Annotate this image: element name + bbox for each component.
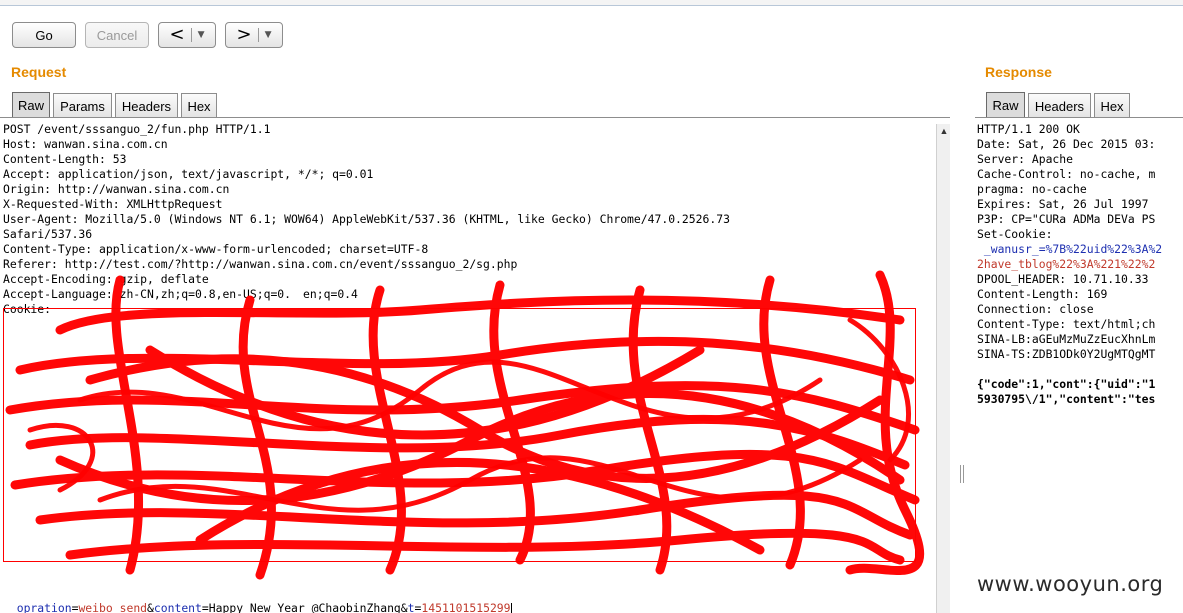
response-line: SINA-TS:ZDB1ODk0Y2UgMTQgMT (977, 347, 1156, 361)
response-line: Expires: Sat, 26 Jul 1997 (977, 197, 1149, 211)
request-line: User-Agent: Mozilla/5.0 (Windows NT 6.1;… (3, 212, 730, 226)
tab-label: Headers (121, 98, 172, 114)
request-body[interactable]: opration=weibo_send&content=Happy New Ye… (3, 587, 512, 613)
response-line: _wanusr_=%7B%22uid%22%3A%2 (977, 242, 1163, 256)
response-line: Server: Apache (977, 152, 1074, 166)
response-line: SINA-LB:aGEuMzMuZzEucXhnLm (977, 332, 1156, 346)
param-value: weibo_send (78, 601, 148, 613)
response-line: Connection: close (977, 302, 1094, 316)
go-button[interactable]: Go (12, 22, 76, 48)
tab-label: Hex (187, 98, 211, 114)
response-line: 2have_tblog%22%3A%221%22%2 (977, 257, 1156, 271)
window-top-edge (0, 0, 1183, 6)
response-line: Date: Sat, 26 Dec 2015 03: (977, 137, 1156, 151)
response-line: pragma: no-cache (977, 182, 1087, 196)
divider (190, 28, 192, 42)
pane-splitter[interactable] (960, 465, 964, 483)
response-line: Content-Type: text/html;ch (977, 317, 1156, 331)
forward-arrow-icon: > (236, 24, 252, 45)
go-button-label: Go (35, 27, 53, 43)
tab-hex[interactable]: Hex (181, 93, 217, 118)
request-line: POST /event/sssanguo_2/fun.php HTTP/1.1 (3, 122, 271, 136)
request-line: Accept: application/json, text/javascrip… (3, 167, 374, 181)
response-line: Content-Length: 169 (977, 287, 1108, 301)
tab-raw[interactable]: Raw (12, 92, 50, 118)
response-line: P3P: CP="CURa ADMa DEVa PS (977, 212, 1156, 226)
back-arrow-icon: < (169, 24, 185, 45)
redaction-scribble (5, 270, 924, 580)
response-title: Response (985, 64, 1052, 80)
tab-label: Params (60, 98, 105, 114)
tab-response-hex[interactable]: Hex (1094, 93, 1130, 118)
tab-label: Raw (17, 98, 44, 113)
tab-params[interactable]: Params (53, 93, 112, 118)
scroll-up-icon[interactable]: ▲ (937, 124, 951, 138)
response-json-line: 5930795\/1","content":"tes (977, 392, 1156, 406)
divider (257, 28, 259, 42)
tab-strip-line (975, 117, 1183, 118)
tab-headers[interactable]: Headers (115, 93, 178, 118)
watermark: www.wooyun.org (977, 572, 1164, 596)
cancel-button-label: Cancel (96, 27, 138, 43)
response-line: HTTP/1.1 200 OK (977, 122, 1080, 136)
request-line: Host: wanwan.sina.com.cn (3, 137, 168, 151)
text-cursor (510, 602, 512, 613)
request-line: X-Requested-With: XMLHttpRequest (3, 197, 223, 211)
request-title: Request (11, 64, 67, 80)
response-line: Cache-Control: no-cache, m (977, 167, 1156, 181)
param-key: content (153, 601, 202, 613)
request-scrollbar[interactable]: ▲ (936, 124, 950, 613)
back-button[interactable]: < ▼ (158, 22, 216, 48)
chevron-down-icon[interactable]: ▼ (198, 30, 205, 40)
response-line: DPOOL_HEADER: 10.71.10.33 (977, 272, 1149, 286)
param-value: Happy New Year @ChaobinZhang (208, 601, 401, 613)
param-key: opration (16, 601, 72, 613)
tab-strip-line (0, 117, 950, 118)
param-value: 1451101515299 (421, 601, 511, 613)
forward-button[interactable]: > ▼ (225, 22, 283, 48)
cancel-button[interactable]: Cancel (85, 22, 149, 48)
chevron-down-icon[interactable]: ▼ (265, 30, 272, 40)
response-line: Set-Cookie: (977, 227, 1053, 241)
param-key: t (407, 601, 415, 613)
tab-label: Raw (992, 98, 1019, 113)
request-line: Content-Type: application/x-www-form-url… (3, 242, 429, 256)
request-line: Content-Length: 53 (3, 152, 127, 166)
tab-response-raw[interactable]: Raw (986, 92, 1025, 118)
response-json-line: {"code":1,"cont":{"uid":"1 (977, 377, 1156, 391)
tab-response-headers[interactable]: Headers (1028, 93, 1091, 118)
tab-label: Headers (1034, 98, 1085, 114)
response-viewer[interactable]: HTTP/1.1 200 OK Date: Sat, 26 Dec 2015 0… (975, 122, 1183, 613)
request-line: Safari/537.36 (3, 227, 93, 241)
tab-label: Hex (1100, 98, 1124, 114)
request-line: Origin: http://wanwan.sina.com.cn (3, 182, 230, 196)
